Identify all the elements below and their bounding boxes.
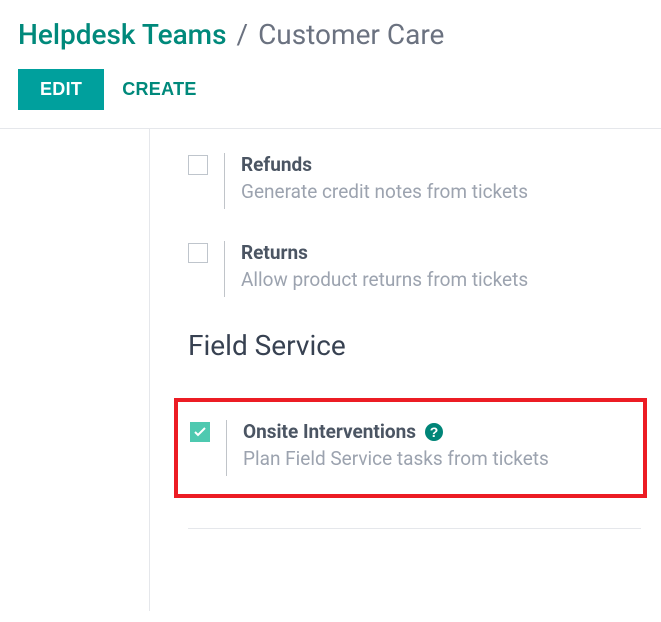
refunds-checkbox[interactable] [188, 155, 208, 175]
highlight-annotation: Onsite Interventions ? Plan Field Servic… [174, 398, 647, 498]
breadcrumb-current: Customer Care [258, 18, 444, 51]
main-panel: Refunds Generate credit notes from ticke… [150, 129, 661, 611]
refunds-title: Refunds [241, 153, 641, 176]
breadcrumb: Helpdesk Teams / Customer Care [18, 18, 643, 51]
svg-text:?: ? [430, 424, 439, 440]
refunds-desc: Generate credit notes from tickets [241, 180, 641, 203]
breadcrumb-root[interactable]: Helpdesk Teams [18, 18, 227, 51]
sidebar [0, 129, 150, 611]
help-icon[interactable]: ? [424, 422, 444, 442]
setting-divider [226, 420, 227, 476]
setting-divider [224, 153, 225, 209]
onsite-desc: Plan Field Service tasks from tickets [243, 447, 631, 470]
check-icon [194, 427, 206, 437]
setting-returns: Returns Allow product returns from ticke… [188, 241, 641, 297]
setting-divider [224, 241, 225, 297]
setting-refunds: Refunds Generate credit notes from ticke… [188, 153, 641, 209]
section-heading-field-service: Field Service [188, 329, 641, 362]
setting-onsite-interventions: Onsite Interventions ? Plan Field Servic… [190, 420, 631, 476]
toolbar: EDIT CREATE [18, 69, 643, 128]
edit-button[interactable]: EDIT [18, 69, 104, 110]
onsite-title: Onsite Interventions [243, 420, 416, 443]
returns-title: Returns [241, 241, 641, 264]
section-divider [188, 528, 641, 529]
returns-checkbox[interactable] [188, 243, 208, 263]
returns-desc: Allow product returns from tickets [241, 268, 641, 291]
breadcrumb-separator: / [237, 18, 249, 51]
create-button[interactable]: CREATE [122, 79, 196, 100]
onsite-checkbox[interactable] [190, 422, 210, 442]
